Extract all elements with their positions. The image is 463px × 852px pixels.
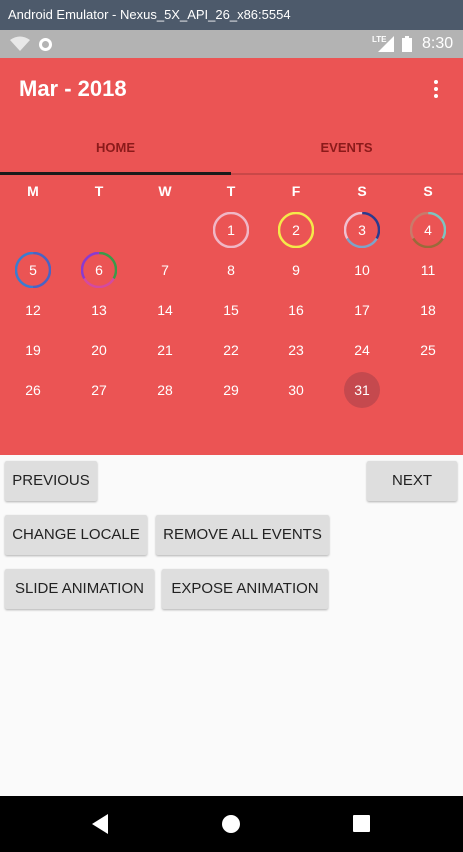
remove-all-events-button[interactable]: REMOVE ALL EVENTS bbox=[156, 515, 329, 555]
slide-animation-button[interactable]: SLIDE ANIMATION bbox=[5, 569, 154, 609]
calendar-day-number: 2 bbox=[292, 222, 300, 238]
calendar-day-number: 17 bbox=[354, 302, 370, 318]
calendar-day-number: 16 bbox=[288, 302, 304, 318]
calendar-day-number: 6 bbox=[95, 262, 103, 278]
calendar-day-number: 3 bbox=[358, 222, 366, 238]
calendar-day-number: 27 bbox=[91, 382, 107, 398]
calendar-day-number: 14 bbox=[157, 302, 173, 318]
signal-icon bbox=[378, 36, 394, 52]
calendar-day-number: 5 bbox=[29, 262, 37, 278]
navigation-bar bbox=[0, 796, 463, 852]
calendar-day-2[interactable]: 2 bbox=[278, 212, 314, 248]
calendar-day-5[interactable]: 5 bbox=[15, 252, 51, 288]
app-bar: Mar - 2018 HOME EVENTS MTWTFSS1234567891… bbox=[0, 58, 463, 455]
calendar-day-28[interactable]: 28 bbox=[147, 372, 183, 408]
weekday-header-wed: W bbox=[158, 183, 172, 199]
calendar-day-number: 29 bbox=[223, 382, 239, 398]
calendar-day-18[interactable]: 18 bbox=[410, 292, 446, 328]
calendar-day-13[interactable]: 13 bbox=[81, 292, 117, 328]
calendar-day-23[interactable]: 23 bbox=[278, 332, 314, 368]
calendar-day-number: 7 bbox=[161, 262, 169, 278]
calendar-day-11[interactable]: 11 bbox=[410, 252, 446, 288]
weekday-header-tue: T bbox=[94, 183, 104, 199]
overview-icon[interactable] bbox=[353, 815, 370, 832]
calendar-day-6[interactable]: 6 bbox=[81, 252, 117, 288]
weekday-header-fri: F bbox=[291, 183, 301, 199]
expose-animation-button[interactable]: EXPOSE ANIMATION bbox=[162, 569, 328, 609]
previous-button[interactable]: PREVIOUS bbox=[5, 461, 97, 501]
calendar-day-number: 15 bbox=[223, 302, 239, 318]
back-icon[interactable] bbox=[92, 814, 110, 834]
calendar-day-20[interactable]: 20 bbox=[81, 332, 117, 368]
calendar-day-7[interactable]: 7 bbox=[147, 252, 183, 288]
calendar-day-14[interactable]: 14 bbox=[147, 292, 183, 328]
calendar-day-number: 12 bbox=[25, 302, 41, 318]
tab-home[interactable]: HOME bbox=[0, 128, 231, 176]
tab-events[interactable]: EVENTS bbox=[231, 128, 462, 176]
calendar-day-number: 8 bbox=[227, 262, 235, 278]
battery-icon bbox=[402, 36, 412, 52]
sync-icon bbox=[39, 38, 52, 51]
status-time: 8:30 bbox=[422, 35, 454, 52]
calendar-day-19[interactable]: 19 bbox=[15, 332, 51, 368]
calendar-day-number: 4 bbox=[424, 222, 432, 238]
calendar-day-number: 20 bbox=[91, 342, 107, 358]
calendar-day-3[interactable]: 3 bbox=[344, 212, 380, 248]
calendar-day-number: 21 bbox=[157, 342, 173, 358]
calendar-day-24[interactable]: 24 bbox=[344, 332, 380, 368]
weekday-header-mon: M bbox=[27, 183, 39, 199]
page-title: Mar - 2018 bbox=[19, 76, 127, 101]
calendar-day-number: 1 bbox=[227, 222, 235, 238]
tab-indicator bbox=[0, 172, 231, 175]
calendar-day-15[interactable]: 15 bbox=[213, 292, 249, 328]
calendar-day-number: 30 bbox=[288, 382, 304, 398]
change-locale-button[interactable]: CHANGE LOCALE bbox=[5, 515, 147, 555]
tab-divider bbox=[231, 173, 463, 175]
calendar-day-25[interactable]: 25 bbox=[410, 332, 446, 368]
calendar-day-number: 25 bbox=[420, 342, 436, 358]
calendar-day-number: 26 bbox=[25, 382, 41, 398]
calendar-day-22[interactable]: 22 bbox=[213, 332, 249, 368]
weekday-header-sun: S bbox=[423, 183, 433, 199]
calendar-day-30[interactable]: 30 bbox=[278, 372, 314, 408]
more-vert-icon[interactable] bbox=[430, 80, 442, 100]
calendar-day-4[interactable]: 4 bbox=[410, 212, 446, 248]
calendar-day-number: 31 bbox=[354, 382, 370, 398]
calendar-day-29[interactable]: 29 bbox=[213, 372, 249, 408]
status-bar: LTE 8:30 bbox=[0, 30, 463, 58]
calendar-day-number: 24 bbox=[354, 342, 370, 358]
calendar-day-1[interactable]: 1 bbox=[213, 212, 249, 248]
tab-bar: HOME EVENTS bbox=[0, 128, 463, 176]
wifi-icon bbox=[10, 36, 30, 51]
calendar-day-27[interactable]: 27 bbox=[81, 372, 117, 408]
calendar-day-number: 10 bbox=[354, 262, 370, 278]
calendar-day-number: 9 bbox=[292, 262, 300, 278]
calendar-day-number: 19 bbox=[25, 342, 41, 358]
calendar-day-8[interactable]: 8 bbox=[213, 252, 249, 288]
calendar-day-number: 11 bbox=[420, 262, 436, 278]
calendar-day-26[interactable]: 26 bbox=[15, 372, 51, 408]
calendar-day-16[interactable]: 16 bbox=[278, 292, 314, 328]
weekday-header-thu: T bbox=[226, 183, 236, 199]
weekday-header-sat: S bbox=[357, 183, 367, 199]
calendar-day-12[interactable]: 12 bbox=[15, 292, 51, 328]
calendar-day-number: 13 bbox=[91, 302, 107, 318]
calendar-day-9[interactable]: 9 bbox=[278, 252, 314, 288]
emulator-window-title: Android Emulator - Nexus_5X_API_26_x86:5… bbox=[0, 0, 463, 30]
calendar-day-17[interactable]: 17 bbox=[344, 292, 380, 328]
calendar-day-number: 22 bbox=[223, 342, 239, 358]
next-button[interactable]: NEXT bbox=[367, 461, 457, 501]
calendar-day-31[interactable]: 31 bbox=[344, 372, 380, 408]
calendar-day-number: 18 bbox=[420, 302, 436, 318]
calendar-day-10[interactable]: 10 bbox=[344, 252, 380, 288]
calendar-day-number: 23 bbox=[288, 342, 304, 358]
home-icon[interactable] bbox=[222, 815, 240, 833]
calendar-day-21[interactable]: 21 bbox=[147, 332, 183, 368]
calendar-day-number: 28 bbox=[157, 382, 173, 398]
